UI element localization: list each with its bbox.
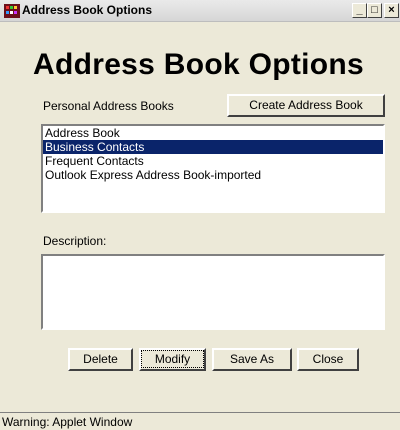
save-as-button[interactable]: Save As (212, 348, 292, 371)
address-books-label: Personal Address Books (43, 99, 174, 113)
title-bar[interactable]: Address Book Options _ □ × (0, 0, 400, 22)
maximize-icon: □ (371, 4, 378, 16)
create-address-book-button[interactable]: Create Address Book (227, 94, 385, 117)
description-label: Description: (43, 234, 107, 248)
list-item-selected[interactable]: Business Contacts (43, 140, 383, 154)
save-as-label: Save As (229, 352, 275, 366)
address-books-list[interactable]: Address Book Business Contacts Frequent … (41, 124, 385, 213)
window-title: Address Book Options (22, 3, 153, 17)
list-item[interactable]: Outlook Express Address Book-imported (43, 168, 383, 182)
delete-button[interactable]: Delete (68, 348, 133, 371)
delete-label: Delete (83, 352, 118, 366)
close-window-button[interactable]: × (384, 3, 399, 18)
close-button[interactable]: Close (297, 348, 359, 371)
create-address-book-label: Create Address Book (249, 98, 363, 112)
page-title: Address Book Options (33, 48, 365, 81)
applet-window: Address Book Options _ □ × Address Book … (0, 0, 400, 430)
modify-button[interactable]: Modify (139, 348, 206, 371)
status-text: Warning: Applet Window (2, 415, 133, 429)
close-icon: × (388, 4, 395, 16)
minimize-button[interactable]: _ (352, 3, 367, 18)
list-item[interactable]: Frequent Contacts (43, 154, 383, 168)
status-bar: Warning: Applet Window (0, 412, 400, 430)
java-app-icon (4, 4, 20, 18)
close-label: Close (312, 352, 344, 366)
modify-label: Modify (141, 350, 204, 368)
list-item[interactable]: Address Book (43, 126, 383, 140)
maximize-button[interactable]: □ (367, 3, 382, 18)
description-field[interactable] (41, 254, 385, 330)
minimize-icon: _ (356, 4, 363, 16)
